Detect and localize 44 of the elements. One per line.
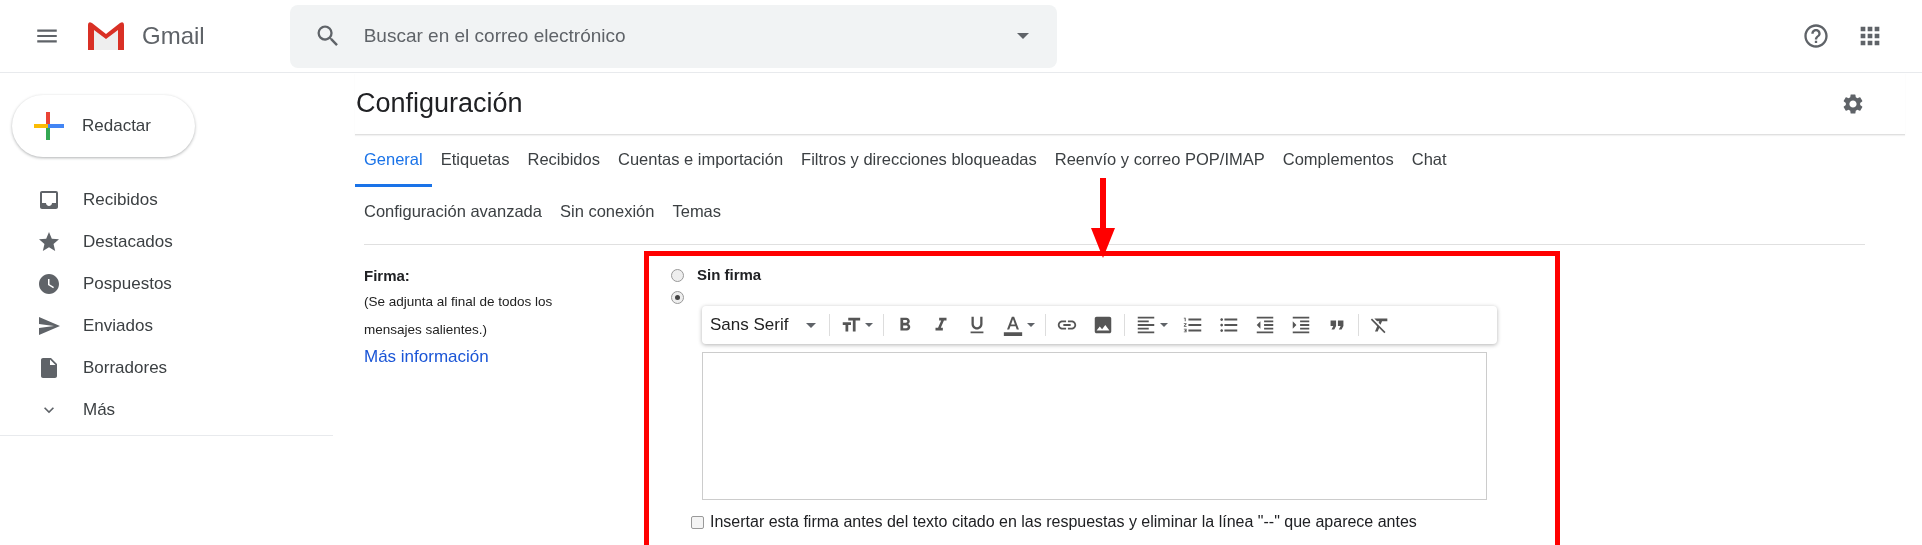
settings-tab[interactable]: Configuración avanzada: [355, 187, 551, 239]
clock-icon: [37, 272, 61, 296]
sidebar-item[interactable]: Pospuestos: [0, 263, 333, 305]
sidebar-item[interactable]: Más: [0, 389, 333, 431]
settings-icon[interactable]: [1841, 91, 1865, 116]
more-info-link[interactable]: Más información: [364, 346, 489, 366]
checkbox-label: Insertar esta firma antes del texto citado en las respuestas y eliminar la línea "--" que aparece antes: [710, 512, 1417, 532]
caret-icon[interactable]: [806, 322, 817, 328]
caret-icon[interactable]: [1016, 32, 1029, 39]
font-select[interactable]: Sans Serif: [706, 310, 827, 340]
settings-tab[interactable]: Chat: [1402, 135, 1456, 187]
sidebar-item[interactable]: Destacados: [0, 221, 333, 263]
caret-icon[interactable]: [865, 323, 874, 327]
checkbox[interactable]: [691, 515, 704, 529]
star-icon: [37, 230, 61, 254]
plus-icon: [32, 110, 64, 142]
send-icon: [37, 314, 61, 338]
settings-tab[interactable]: Etiquetas: [431, 135, 519, 187]
radio-button[interactable]: [671, 290, 684, 304]
settings-tab[interactable]: General: [355, 135, 432, 187]
sidebar-item[interactable]: Recibidos: [0, 179, 333, 221]
caret-icon[interactable]: [1160, 323, 1169, 327]
app-name: Gmail: [142, 21, 205, 51]
gmail-logo-icon: [86, 20, 126, 52]
sidebar-item[interactable]: Borradores: [0, 347, 333, 389]
radio-button[interactable]: [671, 268, 684, 282]
settings-tab[interactable]: Recibidos: [518, 135, 609, 187]
compose-button[interactable]: Redactar: [12, 95, 195, 157]
caret-icon[interactable]: [1027, 323, 1036, 327]
settings-tab[interactable]: Sin conexión: [550, 187, 664, 239]
settings-tab[interactable]: Temas: [663, 187, 731, 239]
text-color-icon: [1002, 314, 1025, 336]
signature-label: Firma:: [364, 266, 411, 286]
signature-description: (Se adjunta al final de todos los mensajes salientes.): [364, 292, 554, 339]
inbox-icon: [37, 188, 61, 212]
sidebar-item[interactable]: Enviados: [0, 305, 333, 347]
settings-tab[interactable]: Cuentas e importación: [608, 135, 793, 187]
settings-tab[interactable]: Reenvío y correo POP/IMAP: [1045, 135, 1274, 187]
search-field[interactable]: Buscar en el correo electrónico: [289, 4, 1057, 68]
settings-tab[interactable]: Complementos: [1273, 135, 1403, 187]
page-title: Configuración: [356, 87, 523, 121]
help-icon[interactable]: [1802, 22, 1830, 50]
settings-tab[interactable]: Filtros y direcciones bloqueadas: [792, 135, 1046, 187]
radio-label: Sin firma: [697, 264, 762, 285]
